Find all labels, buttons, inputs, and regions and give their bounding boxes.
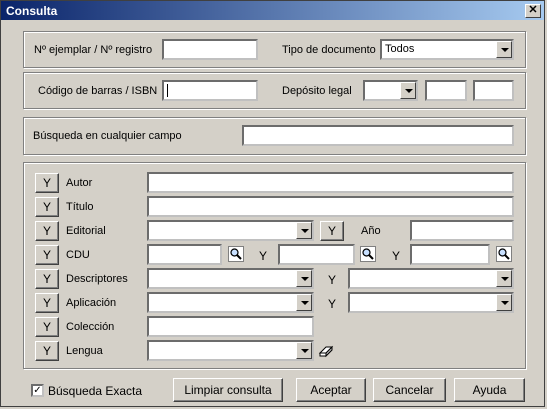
busqueda-exacta-label: Búsqueda Exacta: [48, 384, 143, 398]
tipo-documento-select[interactable]: Todos: [380, 39, 514, 60]
cdu-label: CDU: [66, 249, 90, 261]
deposito-legal-label: Depósito legal: [282, 85, 352, 97]
chevron-down-icon[interactable]: [296, 222, 312, 239]
codigo-barras-field[interactable]: [162, 80, 258, 101]
cdu-field-3[interactable]: [410, 244, 490, 265]
magnifier-icon[interactable]: [360, 246, 376, 262]
editorial-select[interactable]: [147, 220, 314, 241]
autor-field[interactable]: [147, 172, 514, 193]
anio-label: Año: [361, 225, 381, 237]
busqueda-cualquier-label: Búsqueda en cualquier campo: [33, 130, 182, 142]
y-button-aplicacion[interactable]: Y: [35, 293, 59, 313]
y-button-lengua[interactable]: Y: [35, 341, 59, 361]
group-campos: [23, 162, 526, 369]
y-button-cdu[interactable]: Y: [35, 245, 59, 265]
chevron-down-icon[interactable]: [296, 270, 312, 287]
aceptar-button[interactable]: Aceptar: [296, 378, 366, 402]
chevron-down-icon[interactable]: [296, 294, 312, 311]
deposito-number-field[interactable]: [425, 80, 467, 101]
limpiar-consulta-button[interactable]: Limpiar consulta: [173, 378, 283, 402]
chevron-down-icon[interactable]: [496, 41, 512, 58]
coleccion-field[interactable]: [147, 316, 314, 337]
close-icon: ✕: [528, 4, 538, 16]
close-button[interactable]: ✕: [525, 4, 541, 18]
tipo-documento-label: Tipo de documento: [282, 44, 376, 56]
lengua-select[interactable]: [147, 340, 314, 361]
cdu-y-label-1: Y: [259, 249, 268, 263]
consulta-window: Consulta ✕ Nº ejemplar / Nº registro Tip…: [0, 0, 545, 407]
descriptores-select-2[interactable]: [348, 268, 514, 289]
cancelar-button[interactable]: Cancelar: [373, 378, 446, 402]
y-button-descriptores[interactable]: Y: [35, 269, 59, 289]
ayuda-button[interactable]: Ayuda: [454, 378, 525, 402]
cdu-field-1[interactable]: [147, 244, 222, 265]
eraser-icon[interactable]: [318, 344, 334, 358]
busqueda-cualquier-field[interactable]: [242, 125, 514, 146]
descriptores-select-1[interactable]: [147, 268, 314, 289]
chevron-down-icon[interactable]: [400, 82, 416, 99]
deposito-year-field[interactable]: [473, 80, 514, 101]
codigo-barras-label: Código de barras / ISBN: [38, 85, 158, 97]
y-button-anio[interactable]: Y: [320, 221, 344, 241]
cdu-field-2[interactable]: [278, 244, 355, 265]
aplicacion-label: Aplicación: [66, 297, 117, 309]
magnifier-icon[interactable]: [496, 246, 512, 262]
y-button-coleccion[interactable]: Y: [35, 317, 59, 337]
autor-label: Autor: [66, 177, 93, 189]
titulo-label: Título: [66, 201, 94, 213]
window-title: Consulta: [6, 4, 58, 18]
descriptores-y-label: Y: [328, 273, 337, 287]
aplicacion-y-label: Y: [328, 297, 337, 311]
chevron-down-icon[interactable]: [296, 342, 312, 359]
titulo-field[interactable]: [147, 196, 514, 217]
chevron-down-icon[interactable]: [496, 270, 512, 287]
descriptores-label: Descriptores: [66, 273, 128, 285]
anio-field[interactable]: [410, 220, 514, 241]
title-bar: Consulta ✕: [1, 1, 544, 20]
busqueda-exacta-checkbox[interactable]: ✓: [31, 384, 44, 397]
ejemplar-field[interactable]: [162, 39, 258, 60]
aplicacion-select-1[interactable]: [147, 292, 314, 313]
check-icon: ✓: [33, 385, 42, 396]
magnifier-icon[interactable]: [228, 246, 244, 262]
aplicacion-select-2[interactable]: [348, 292, 514, 313]
coleccion-label: Colección: [66, 321, 115, 333]
y-button-titulo[interactable]: Y: [35, 197, 59, 217]
y-button-editorial[interactable]: Y: [35, 221, 59, 241]
tipo-documento-value: Todos: [385, 43, 415, 55]
text-cursor: [167, 84, 168, 97]
lengua-label: Lengua: [66, 345, 103, 357]
chevron-down-icon[interactable]: [496, 294, 512, 311]
y-button-autor[interactable]: Y: [35, 173, 59, 193]
deposito-prefix-select[interactable]: [363, 80, 418, 101]
cdu-y-label-2: Y: [392, 249, 401, 263]
editorial-label: Editorial: [66, 225, 106, 237]
ejemplar-label: Nº ejemplar / Nº registro: [34, 44, 153, 56]
